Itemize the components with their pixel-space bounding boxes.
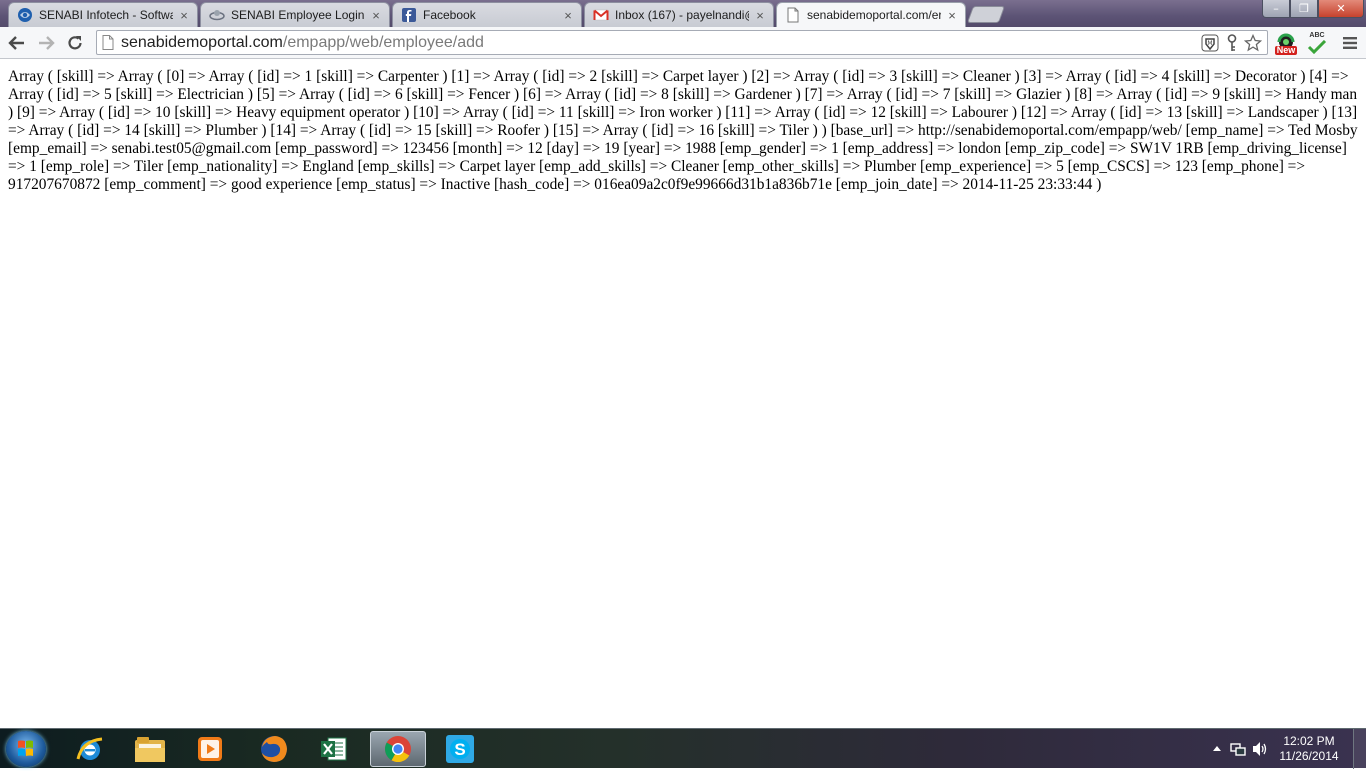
- url-host: senabidemoportal.com: [121, 34, 283, 51]
- tab-senabidemoportal[interactable]: senabidemoportal.com/er ×: [776, 2, 966, 27]
- maximize-button[interactable]: ❐: [1290, 0, 1318, 18]
- tab-close-icon[interactable]: ×: [177, 8, 191, 23]
- minimize-icon: –: [1273, 2, 1279, 15]
- taskbar-skype[interactable]: S: [432, 731, 488, 767]
- show-desktop-button[interactable]: [1353, 729, 1366, 769]
- back-arrow-icon: [8, 36, 24, 50]
- new-badge: New: [1274, 45, 1298, 55]
- excel-icon: [321, 737, 347, 761]
- shield-extension-icon[interactable]: M: [1200, 33, 1220, 53]
- back-button[interactable]: [6, 33, 28, 53]
- skype-icon: S: [446, 735, 474, 763]
- clock-date: 11/26/2014: [1279, 749, 1339, 763]
- taskbar-ie[interactable]: [62, 731, 118, 767]
- tab-strip: SENABI Infotech - Softwar × SENABI Emplo…: [0, 0, 1366, 27]
- new-extension-icon[interactable]: New: [1272, 31, 1300, 57]
- facebook-icon: [401, 7, 417, 23]
- internet-explorer-icon: [76, 737, 103, 760]
- senabi-globe-icon: [17, 7, 33, 23]
- firefox-icon: [261, 736, 287, 762]
- maximize-icon: ❐: [1299, 2, 1309, 15]
- tab-title: SENABI Infotech - Softwar: [39, 8, 173, 22]
- tab-close-icon[interactable]: ×: [945, 8, 959, 23]
- minimize-button[interactable]: –: [1262, 0, 1290, 18]
- tab-facebook[interactable]: Facebook ×: [392, 2, 582, 27]
- tab-title: Facebook: [423, 8, 476, 22]
- start-button[interactable]: [6, 731, 46, 767]
- tab-close-icon[interactable]: ×: [369, 8, 383, 23]
- tab-title: senabidemoportal.com/er: [807, 8, 941, 22]
- windows-logo-icon: [18, 740, 33, 756]
- abc-label: ABC: [1309, 32, 1325, 39]
- tab-close-icon[interactable]: ×: [753, 8, 767, 23]
- reload-button[interactable]: [64, 33, 86, 53]
- clock[interactable]: 12:02 PM 11/26/2014: [1272, 734, 1346, 764]
- tab-senabi-infotech[interactable]: SENABI Infotech - Softwar ×: [8, 2, 198, 27]
- url-path: /empapp/web/employee/add: [282, 34, 484, 51]
- taskbar-excel[interactable]: [306, 731, 362, 767]
- tab-title: SENABI Employee Login: [231, 8, 365, 22]
- taskbar-media-player[interactable]: [182, 731, 238, 767]
- svg-text:M: M: [1207, 40, 1212, 47]
- bookmark-star-icon[interactable]: [1243, 33, 1263, 53]
- forward-button[interactable]: [35, 33, 57, 53]
- gmail-icon: [593, 7, 609, 23]
- network-icon[interactable]: [1230, 741, 1246, 757]
- windows-taskbar: S 12:02 PM 11/26/2014: [0, 728, 1366, 769]
- window-controls: – ❐ ✕: [1262, 0, 1364, 18]
- new-tab-button[interactable]: [966, 6, 1006, 23]
- svg-text:S: S: [454, 740, 465, 759]
- page-icon: [785, 7, 801, 23]
- address-bar[interactable]: senabidemoportal.com/empapp/web/employee…: [96, 30, 1268, 55]
- close-icon: ✕: [1336, 2, 1346, 15]
- print-r-output: Array ( [skill] => Array ( [0] => Array …: [8, 68, 1358, 193]
- key-icon[interactable]: [1224, 33, 1240, 53]
- menu-icon[interactable]: [1340, 33, 1360, 53]
- page-icon: [102, 35, 114, 50]
- close-window-button[interactable]: ✕: [1318, 0, 1364, 18]
- volume-icon[interactable]: [1252, 741, 1270, 757]
- reload-icon: [68, 36, 82, 50]
- url-text: senabidemoportal.com/empapp/web/employee…: [121, 31, 484, 54]
- clock-time: 12:02 PM: [1283, 734, 1335, 748]
- system-tray: 12:02 PM 11/26/2014: [1206, 729, 1366, 769]
- chrome-icon: [384, 736, 411, 763]
- tab-close-icon[interactable]: ×: [561, 8, 575, 23]
- taskbar-explorer[interactable]: [122, 731, 178, 767]
- tab-gmail-inbox[interactable]: Inbox (167) - payelnandi@ ×: [584, 2, 774, 27]
- browser-toolbar: senabidemoportal.com/empapp/web/employee…: [0, 27, 1366, 59]
- file-explorer-icon: [135, 737, 165, 762]
- tab-title: Inbox (167) - payelnandi@: [615, 8, 749, 22]
- forward-arrow-icon: [39, 36, 55, 50]
- taskbar-chrome[interactable]: [370, 731, 426, 767]
- page-loading-icon: [209, 7, 225, 23]
- spellcheck-extension-icon[interactable]: ABC: [1305, 31, 1329, 55]
- taskbar-firefox[interactable]: [246, 731, 302, 767]
- show-hidden-icons-icon[interactable]: [1212, 744, 1222, 752]
- media-player-icon: [198, 737, 222, 761]
- tab-senabi-employee-login[interactable]: SENABI Employee Login ×: [200, 2, 390, 27]
